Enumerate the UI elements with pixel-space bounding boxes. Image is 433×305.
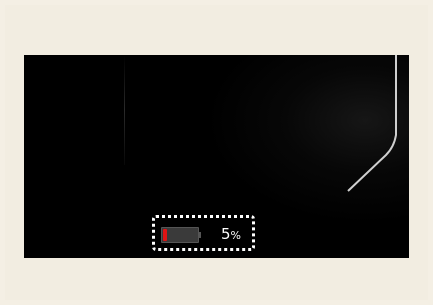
battery-percentage: 5% [221,225,241,245]
battery-percent-unit: % [230,229,241,242]
battery-indicator-highlight: 5% [152,215,255,251]
battery-percent-value: 5 [221,225,231,243]
battery-low-icon [161,227,199,243]
screen-edge-line [124,55,125,165]
device-outline-curve [347,55,397,192]
battery-cap [199,232,201,238]
battery-level-fill [163,229,167,241]
